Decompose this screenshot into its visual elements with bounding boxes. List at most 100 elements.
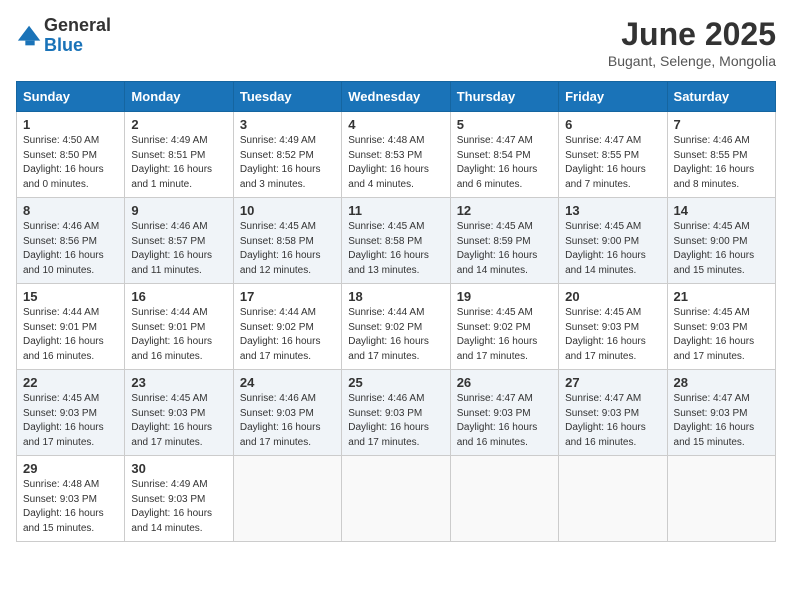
table-row: 22 Sunrise: 4:45 AM Sunset: 9:03 PM Dayl… [17,370,125,456]
day-number: 23 [131,375,226,390]
day-info: Sunrise: 4:44 AM Sunset: 9:02 PM Dayligh… [348,306,443,364]
calendar-week-row: 1 Sunrise: 4:50 AM Sunset: 8:50 PM Dayli… [17,112,776,198]
day-info: Sunrise: 4:45 AM Sunset: 9:02 PM Dayligh… [457,306,552,364]
day-info: Sunrise: 4:47 AM Sunset: 9:03 PM Dayligh… [674,392,769,450]
day-number: 27 [565,375,660,390]
day-info: Sunrise: 4:45 AM Sunset: 9:03 PM Dayligh… [23,392,118,450]
table-row: 2 Sunrise: 4:49 AM Sunset: 8:51 PM Dayli… [125,112,233,198]
day-number: 7 [674,117,769,132]
day-info: Sunrise: 4:46 AM Sunset: 9:03 PM Dayligh… [348,392,443,450]
day-number: 15 [23,289,118,304]
day-number: 25 [348,375,443,390]
day-info: Sunrise: 4:49 AM Sunset: 8:52 PM Dayligh… [240,134,335,192]
calendar-subtitle: Bugant, Selenge, Mongolia [608,53,776,69]
header: General Blue June 2025 Bugant, Selenge, … [16,16,776,69]
table-row: 10 Sunrise: 4:45 AM Sunset: 8:58 PM Dayl… [233,198,341,284]
day-info: Sunrise: 4:46 AM Sunset: 8:55 PM Dayligh… [674,134,769,192]
table-row: 23 Sunrise: 4:45 AM Sunset: 9:03 PM Dayl… [125,370,233,456]
day-number: 10 [240,203,335,218]
day-info: Sunrise: 4:47 AM Sunset: 9:03 PM Dayligh… [565,392,660,450]
day-info: Sunrise: 4:45 AM Sunset: 9:03 PM Dayligh… [674,306,769,364]
day-number: 1 [23,117,118,132]
table-row: 17 Sunrise: 4:44 AM Sunset: 9:02 PM Dayl… [233,284,341,370]
day-info: Sunrise: 4:47 AM Sunset: 8:54 PM Dayligh… [457,134,552,192]
table-row: 18 Sunrise: 4:44 AM Sunset: 9:02 PM Dayl… [342,284,450,370]
day-number: 22 [23,375,118,390]
day-number: 30 [131,461,226,476]
table-row: 4 Sunrise: 4:48 AM Sunset: 8:53 PM Dayli… [342,112,450,198]
calendar-week-row: 22 Sunrise: 4:45 AM Sunset: 9:03 PM Dayl… [17,370,776,456]
table-row: 27 Sunrise: 4:47 AM Sunset: 9:03 PM Dayl… [559,370,667,456]
day-info: Sunrise: 4:49 AM Sunset: 8:51 PM Dayligh… [131,134,226,192]
header-tuesday: Tuesday [233,82,341,112]
day-info: Sunrise: 4:44 AM Sunset: 9:02 PM Dayligh… [240,306,335,364]
day-number: 2 [131,117,226,132]
calendar-week-row: 8 Sunrise: 4:46 AM Sunset: 8:56 PM Dayli… [17,198,776,284]
calendar-week-row: 29 Sunrise: 4:48 AM Sunset: 9:03 PM Dayl… [17,456,776,542]
day-info: Sunrise: 4:50 AM Sunset: 8:50 PM Dayligh… [23,134,118,192]
day-info: Sunrise: 4:48 AM Sunset: 8:53 PM Dayligh… [348,134,443,192]
day-number: 3 [240,117,335,132]
table-row: 26 Sunrise: 4:47 AM Sunset: 9:03 PM Dayl… [450,370,558,456]
header-friday: Friday [559,82,667,112]
table-row: 6 Sunrise: 4:47 AM Sunset: 8:55 PM Dayli… [559,112,667,198]
logo: General Blue [16,16,111,56]
logo-blue: Blue [44,35,83,55]
day-number: 17 [240,289,335,304]
day-info: Sunrise: 4:45 AM Sunset: 9:00 PM Dayligh… [674,220,769,278]
table-row: 12 Sunrise: 4:45 AM Sunset: 8:59 PM Dayl… [450,198,558,284]
table-row: 25 Sunrise: 4:46 AM Sunset: 9:03 PM Dayl… [342,370,450,456]
day-info: Sunrise: 4:44 AM Sunset: 9:01 PM Dayligh… [23,306,118,364]
table-row: 29 Sunrise: 4:48 AM Sunset: 9:03 PM Dayl… [17,456,125,542]
table-row: 3 Sunrise: 4:49 AM Sunset: 8:52 PM Dayli… [233,112,341,198]
table-row: 30 Sunrise: 4:49 AM Sunset: 9:03 PM Dayl… [125,456,233,542]
table-row: 28 Sunrise: 4:47 AM Sunset: 9:03 PM Dayl… [667,370,775,456]
day-info: Sunrise: 4:45 AM Sunset: 9:00 PM Dayligh… [565,220,660,278]
table-row: 20 Sunrise: 4:45 AM Sunset: 9:03 PM Dayl… [559,284,667,370]
table-row: 16 Sunrise: 4:44 AM Sunset: 9:01 PM Dayl… [125,284,233,370]
day-number: 8 [23,203,118,218]
table-row: 21 Sunrise: 4:45 AM Sunset: 9:03 PM Dayl… [667,284,775,370]
calendar-title: June 2025 [608,16,776,53]
table-row [559,456,667,542]
day-number: 9 [131,203,226,218]
table-row: 11 Sunrise: 4:45 AM Sunset: 8:58 PM Dayl… [342,198,450,284]
table-row: 7 Sunrise: 4:46 AM Sunset: 8:55 PM Dayli… [667,112,775,198]
header-monday: Monday [125,82,233,112]
day-number: 6 [565,117,660,132]
day-number: 13 [565,203,660,218]
day-number: 18 [348,289,443,304]
table-row: 24 Sunrise: 4:46 AM Sunset: 9:03 PM Dayl… [233,370,341,456]
day-number: 26 [457,375,552,390]
table-row [450,456,558,542]
table-row: 14 Sunrise: 4:45 AM Sunset: 9:00 PM Dayl… [667,198,775,284]
table-row [233,456,341,542]
day-number: 11 [348,203,443,218]
day-number: 21 [674,289,769,304]
day-info: Sunrise: 4:45 AM Sunset: 8:58 PM Dayligh… [348,220,443,278]
day-info: Sunrise: 4:45 AM Sunset: 8:59 PM Dayligh… [457,220,552,278]
table-row: 13 Sunrise: 4:45 AM Sunset: 9:00 PM Dayl… [559,198,667,284]
title-area: June 2025 Bugant, Selenge, Mongolia [608,16,776,69]
day-info: Sunrise: 4:45 AM Sunset: 9:03 PM Dayligh… [565,306,660,364]
day-info: Sunrise: 4:45 AM Sunset: 8:58 PM Dayligh… [240,220,335,278]
header-wednesday: Wednesday [342,82,450,112]
day-info: Sunrise: 4:46 AM Sunset: 8:56 PM Dayligh… [23,220,118,278]
day-number: 20 [565,289,660,304]
day-number: 12 [457,203,552,218]
table-row: 8 Sunrise: 4:46 AM Sunset: 8:56 PM Dayli… [17,198,125,284]
table-row: 9 Sunrise: 4:46 AM Sunset: 8:57 PM Dayli… [125,198,233,284]
day-info: Sunrise: 4:49 AM Sunset: 9:03 PM Dayligh… [131,478,226,536]
table-row [342,456,450,542]
day-info: Sunrise: 4:46 AM Sunset: 8:57 PM Dayligh… [131,220,226,278]
day-info: Sunrise: 4:44 AM Sunset: 9:01 PM Dayligh… [131,306,226,364]
day-info: Sunrise: 4:47 AM Sunset: 8:55 PM Dayligh… [565,134,660,192]
day-number: 28 [674,375,769,390]
day-number: 19 [457,289,552,304]
header-saturday: Saturday [667,82,775,112]
calendar-table: Sunday Monday Tuesday Wednesday Thursday… [16,81,776,542]
header-sunday: Sunday [17,82,125,112]
calendar-header-row: Sunday Monday Tuesday Wednesday Thursday… [17,82,776,112]
table-row: 1 Sunrise: 4:50 AM Sunset: 8:50 PM Dayli… [17,112,125,198]
table-row: 15 Sunrise: 4:44 AM Sunset: 9:01 PM Dayl… [17,284,125,370]
